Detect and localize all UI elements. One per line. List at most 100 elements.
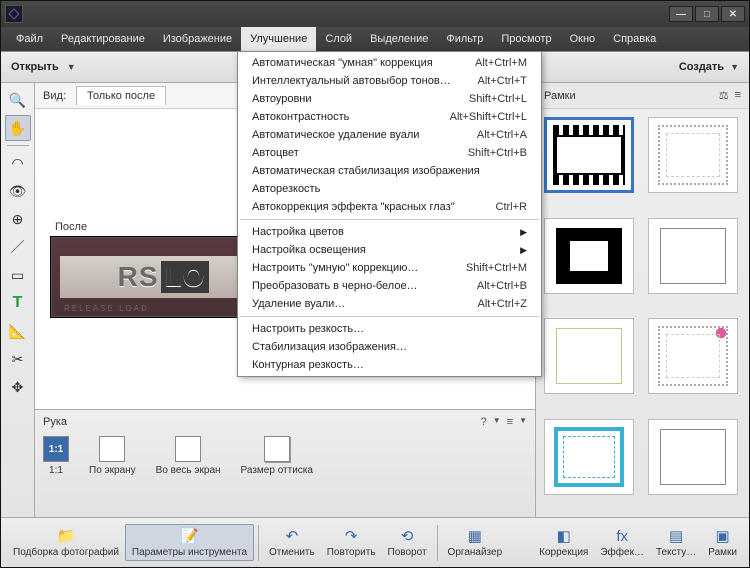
menu-item[interactable]: Стабилизация изображения… bbox=[238, 338, 541, 356]
tool-ruler[interactable]: ▭ bbox=[5, 262, 31, 288]
bottom-параметры-инструмента[interactable]: 📝Параметры инструмента bbox=[125, 524, 254, 561]
menu-icon[interactable]: ≡ bbox=[735, 89, 741, 102]
tool-type[interactable]: T bbox=[5, 290, 31, 316]
zoom-swatch-icon bbox=[99, 436, 125, 462]
bottom-тексту…[interactable]: ▤Тексту… bbox=[650, 527, 702, 558]
menu-item-label: Автоматическое удаление вуали bbox=[252, 129, 419, 141]
shortcut-label: Alt+Ctrl+A bbox=[457, 129, 527, 141]
tool-move[interactable]: ✥ bbox=[5, 374, 31, 400]
tool-crop[interactable]: ✂ bbox=[5, 346, 31, 372]
menu-item[interactable]: Преобразовать в черно-белое…Alt+Ctrl+B bbox=[238, 277, 541, 295]
balance-icon[interactable]: ⚖ bbox=[719, 89, 729, 102]
menu-файл[interactable]: Файл bbox=[7, 27, 52, 51]
open-label: Открыть bbox=[11, 61, 59, 73]
bottom-эффек…[interactable]: fxЭффек… bbox=[594, 527, 650, 558]
menu-выделение[interactable]: Выделение bbox=[361, 27, 437, 51]
menu-item[interactable]: АвтоконтрастностьAlt+Shift+Ctrl+L bbox=[238, 108, 541, 126]
menu-item-label: Авторезкость bbox=[252, 183, 320, 195]
bottom-рамки[interactable]: ▣Рамки bbox=[702, 527, 743, 558]
bottom-icon: ↷ bbox=[340, 527, 362, 545]
bottom-icon: ⟲ bbox=[396, 527, 418, 545]
shortcut-label: Shift+Ctrl+M bbox=[446, 262, 527, 274]
menu-справка[interactable]: Справка bbox=[604, 27, 665, 51]
menu-просмотр[interactable]: Просмотр bbox=[492, 27, 560, 51]
menu-слой[interactable]: Слой bbox=[316, 27, 361, 51]
view-tab[interactable]: Только после bbox=[76, 86, 166, 105]
bottom-отменить[interactable]: ↶Отменить bbox=[263, 527, 321, 558]
zoom-swatch-icon bbox=[175, 436, 201, 462]
bottom-label: Повторить bbox=[327, 547, 376, 558]
frame-thumb-cyan[interactable] bbox=[544, 419, 634, 495]
menu-item[interactable]: АвтоуровниShift+Ctrl+L bbox=[238, 90, 541, 108]
zoom-swatch-icon bbox=[264, 436, 290, 462]
menu-item[interactable]: Настройка освещения▶ bbox=[238, 241, 541, 259]
menu-item[interactable]: Автоматическая "умная" коррекцияAlt+Ctrl… bbox=[238, 54, 541, 72]
menu-редактирование[interactable]: Редактирование bbox=[52, 27, 154, 51]
bottom-коррекция[interactable]: ◧Коррекция bbox=[533, 527, 594, 558]
menu-item-label: Автокоррекция эффекта "красных глаз" bbox=[252, 201, 455, 213]
menu-улучшение[interactable]: Улучшение bbox=[241, 27, 316, 51]
zoom-preset[interactable]: 1:11:1 bbox=[43, 436, 69, 476]
menu-окно[interactable]: Окно bbox=[561, 27, 605, 51]
bottom-органайзер[interactable]: ▦Органайзер bbox=[442, 527, 509, 558]
separator bbox=[7, 145, 29, 146]
menu-item[interactable]: Контурная резкость… bbox=[238, 356, 541, 374]
bottom-label: Коррекция bbox=[539, 547, 588, 558]
menu-item-label: Автоматическая "умная" коррекция bbox=[252, 57, 433, 69]
zoom-preset-label: Размер оттиска bbox=[241, 465, 313, 476]
bottom-подборка-фотографий[interactable]: 📁Подборка фотографий bbox=[7, 527, 125, 558]
tool-hand[interactable]: ✋ bbox=[5, 115, 31, 141]
menu-item[interactable]: Автоматическая стабилизация изображения bbox=[238, 162, 541, 180]
bottom-поворот[interactable]: ⟲ Поворот bbox=[382, 527, 433, 558]
help-icon[interactable]: ? bbox=[481, 416, 487, 428]
frame-thumb-thin[interactable] bbox=[648, 218, 738, 294]
menu-item[interactable]: Удаление вуали…Alt+Ctrl+Z bbox=[238, 295, 541, 313]
menu-item[interactable]: Настроить резкость… bbox=[238, 320, 541, 338]
shortcut-label: Alt+Ctrl+Z bbox=[457, 298, 527, 310]
bottom-icon: ↶ bbox=[281, 527, 303, 545]
minimize-button[interactable]: — bbox=[669, 6, 693, 22]
create-dropdown[interactable]: Создать ▼ bbox=[679, 61, 739, 73]
tool-brush[interactable]: ／ bbox=[5, 234, 31, 260]
menu-icon[interactable]: ≡ bbox=[507, 416, 513, 428]
menu-фильтр[interactable]: Фильтр bbox=[437, 27, 492, 51]
menu-item[interactable]: Автоматическое удаление вуали Alt+Ctrl+A bbox=[238, 126, 541, 144]
tool-zoom[interactable]: 🔍 bbox=[5, 87, 31, 113]
maximize-button[interactable]: □ bbox=[695, 6, 719, 22]
tool-redeye[interactable]: ⊕ bbox=[5, 206, 31, 232]
tool-measure[interactable]: 📐 bbox=[5, 318, 31, 344]
menu-изображение[interactable]: Изображение bbox=[154, 27, 241, 51]
menu-item[interactable]: Автокоррекция эффекта "красных глаз"Ctrl… bbox=[238, 198, 541, 216]
frame-thumb-dotted[interactable] bbox=[648, 117, 738, 193]
chevron-down-icon[interactable]: ▼ bbox=[519, 416, 527, 428]
menu-item[interactable]: Настроить "умную" коррекцию…Shift+Ctrl+M bbox=[238, 259, 541, 277]
zoom-preset[interactable]: Размер оттиска bbox=[241, 436, 313, 476]
tool-lasso[interactable]: ◠ bbox=[5, 150, 31, 176]
menu-item-label: Стабилизация изображения… bbox=[252, 341, 407, 353]
menu-item-label: Автоконтрастность bbox=[252, 111, 349, 123]
frame-thumb-thick-black[interactable] bbox=[544, 218, 634, 294]
menu-item[interactable]: Авторезкость bbox=[238, 180, 541, 198]
menu-item-label: Автоцвет bbox=[252, 147, 299, 159]
frame-thumb-flowers[interactable] bbox=[648, 318, 738, 394]
open-dropdown[interactable]: Открыть ▼ bbox=[11, 61, 76, 73]
zoom-preset[interactable]: Во весь экран bbox=[156, 436, 221, 476]
frame-thumb-film[interactable] bbox=[544, 117, 634, 193]
menu-item[interactable]: Настройка цветов▶ bbox=[238, 223, 541, 241]
menu-item[interactable]: Интеллектуальный автовыбор тонов…Alt+Ctr… bbox=[238, 72, 541, 90]
chevron-down-icon[interactable]: ▼ bbox=[493, 416, 501, 428]
shortcut-label: Shift+Ctrl+B bbox=[448, 147, 527, 159]
zoom-preset[interactable]: По экрану bbox=[89, 436, 136, 476]
zoom-swatch-icon: 1:1 bbox=[43, 436, 69, 462]
shortcut-label: Alt+Ctrl+T bbox=[457, 75, 527, 87]
bottom-повторить[interactable]: ↷ Повторить bbox=[321, 527, 382, 558]
zoom-preset-label: Во весь экран bbox=[156, 465, 221, 476]
menu-item[interactable]: Автоцвет Shift+Ctrl+B bbox=[238, 144, 541, 162]
tool-eye[interactable]: 👁 bbox=[5, 178, 31, 204]
bottom-label: Рамки bbox=[708, 547, 737, 558]
close-button[interactable]: ✕ bbox=[721, 6, 745, 22]
menu-item-label: Контурная резкость… bbox=[252, 359, 364, 371]
frame-thumb-plain[interactable] bbox=[648, 419, 738, 495]
frame-thumb-thin-green[interactable] bbox=[544, 318, 634, 394]
bottom-label: Поворот bbox=[388, 547, 427, 558]
